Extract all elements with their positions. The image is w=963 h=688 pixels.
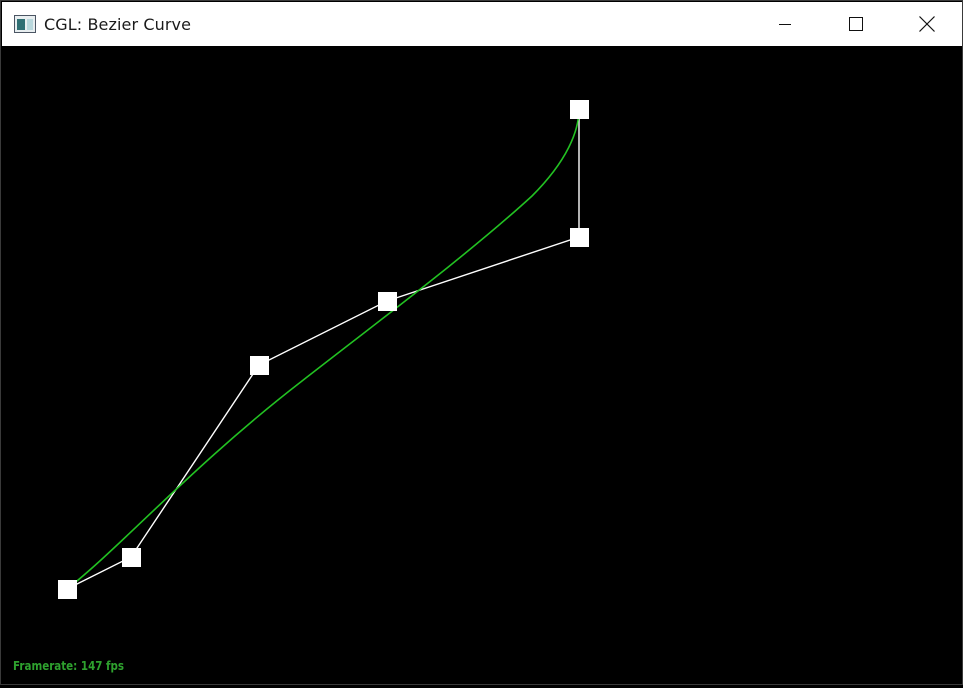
close-button[interactable] — [891, 2, 962, 46]
maximize-button[interactable] — [820, 2, 891, 46]
bezier-curve — [66, 108, 580, 590]
control-point[interactable] — [250, 356, 269, 375]
control-polygon — [66, 109, 580, 590]
minimize-icon — [778, 24, 791, 25]
render-viewport[interactable] — [2, 46, 962, 684]
bezier-scene — [58, 100, 589, 599]
window-title: CGL: Bezier Curve — [44, 14, 192, 34]
minimize-button[interactable] — [749, 2, 820, 46]
close-icon — [918, 16, 935, 32]
control-point[interactable] — [122, 548, 141, 567]
title-bar[interactable]: CGL: Bezier Curve — [2, 2, 962, 46]
framerate-label: Framerate: 147 fps — [13, 659, 125, 673]
control-point[interactable] — [570, 100, 589, 119]
app-window: CGL: Bezier Curve Framerate: 147 fps — [0, 0, 963, 685]
maximize-icon — [848, 17, 863, 31]
control-point[interactable] — [58, 580, 77, 599]
app-window-icon — [14, 15, 36, 33]
control-point[interactable] — [378, 292, 397, 311]
control-point[interactable] — [570, 228, 589, 247]
